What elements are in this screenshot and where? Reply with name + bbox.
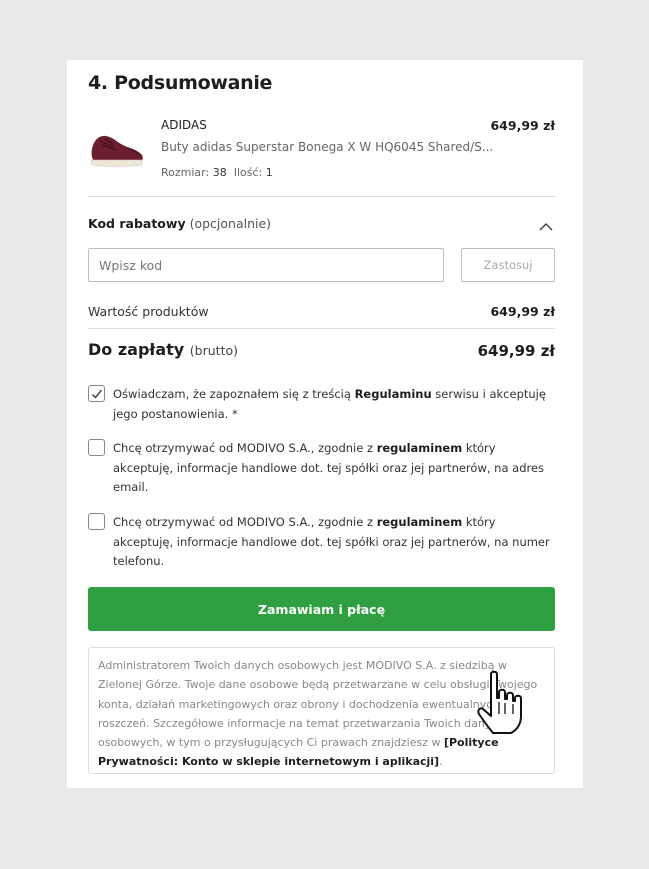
quantity-value: 1 — [265, 166, 273, 179]
section-title: 4. Podsumowanie — [88, 72, 273, 94]
terms-checkbox[interactable] — [88, 385, 105, 402]
product-brand: ADIDAS — [161, 118, 207, 132]
consent-text-before: Chcę otrzymywać od MODIVO S.A., zgodnie … — [113, 441, 377, 455]
apply-code-button[interactable]: Zastosuj — [461, 248, 555, 282]
size-label: Rozmiar: — [161, 166, 210, 179]
consent-text-before: Chcę otrzymywać od MODIVO S.A., zgodnie … — [113, 515, 377, 529]
privacy-end: . — [439, 755, 443, 769]
products-value: 649,99 zł — [490, 304, 555, 319]
discount-label: Kod rabatowy — [88, 216, 186, 231]
total-label-text: Do zapłaty — [88, 340, 185, 359]
products-value-label: Wartość produktów — [88, 304, 209, 319]
total-note: (brutto) — [189, 343, 238, 358]
quantity-label: Ilość: — [233, 166, 263, 179]
regulations-link[interactable]: regulaminem — [377, 515, 463, 529]
discount-code-toggle[interactable]: Kod rabatowy (opcjonalnie) — [88, 216, 271, 231]
consent-text-before: Oświadczam, że zapoznałem się z treścią — [113, 387, 355, 401]
size-value: 38 — [212, 166, 227, 179]
total-value: 649,99 zł — [477, 342, 555, 360]
product-meta: Rozmiar: 38 Ilość: 1 — [161, 166, 273, 179]
discount-code-input[interactable] — [88, 248, 444, 282]
checkout-summary-card: 4. Podsumowanie ADIDAS 649,99 zł Buty ad… — [67, 60, 583, 788]
product-price: 649,99 zł — [490, 118, 555, 133]
email-consent-checkbox[interactable] — [88, 439, 105, 456]
checkmark-icon — [92, 389, 103, 399]
divider — [88, 196, 555, 197]
product-row: ADIDAS 649,99 zł Buty adidas Superstar B… — [88, 115, 555, 197]
product-name[interactable]: Buty adidas Superstar Bonega X W HQ6045 … — [161, 140, 493, 154]
email-consent-text: Chcę otrzymywać od MODIVO S.A., zgodnie … — [113, 439, 558, 498]
regulations-link[interactable]: regulaminem — [377, 441, 463, 455]
phone-consent-text: Chcę otrzymywać od MODIVO S.A., zgodnie … — [113, 513, 558, 572]
phone-consent-checkbox[interactable] — [88, 513, 105, 530]
place-order-button[interactable]: Zamawiam i płacę — [88, 587, 555, 631]
discount-optional-note: (opcjonalnie) — [189, 216, 272, 231]
terms-link[interactable]: Regulaminu — [355, 387, 432, 401]
product-image[interactable] — [88, 127, 145, 173]
total-label: Do zapłaty (brutto) — [88, 340, 238, 359]
divider — [88, 328, 555, 329]
chevron-up-icon[interactable] — [539, 217, 553, 231]
terms-consent-text: Oświadczam, że zapoznałem się z treścią … — [113, 385, 558, 424]
hand-pointer-icon — [475, 670, 527, 736]
